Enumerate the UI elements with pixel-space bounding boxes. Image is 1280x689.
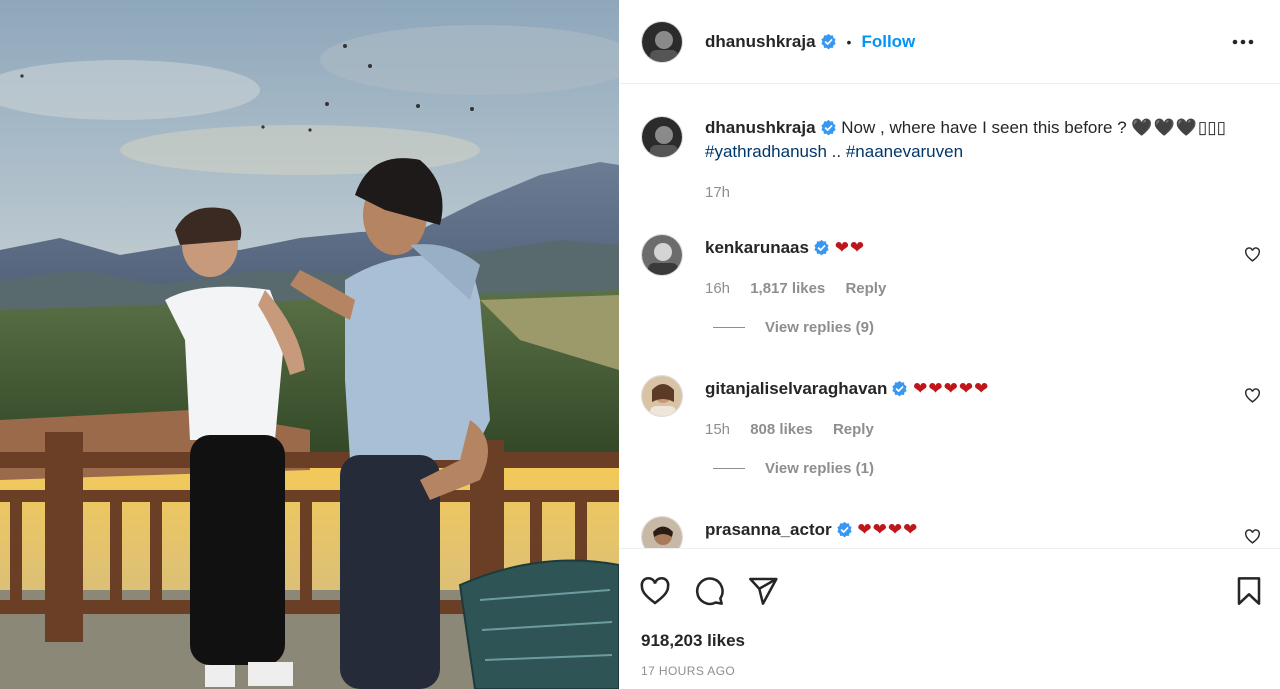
comment-text: ❤❤❤❤: [857, 520, 919, 539]
verified-badge-icon: [836, 521, 853, 538]
hashtag-link[interactable]: #naanevaruven: [846, 142, 963, 161]
more-options-icon[interactable]: [1230, 30, 1256, 54]
commenter-username[interactable]: gitanjaliselvaraghavan: [705, 379, 887, 398]
comment-meta: 15h 808 likes Reply: [705, 421, 989, 438]
verified-badge-icon: [891, 380, 908, 397]
caption-black-hearts: 🖤🖤🖤: [1131, 118, 1198, 137]
commenter-avatar[interactable]: [641, 516, 683, 548]
hashtag-link[interactable]: #yathradhanush: [705, 142, 827, 161]
post-side-panel: dhanushkraja • Follow dhanushkraja Now ,…: [619, 0, 1280, 689]
replies-divider: [713, 468, 745, 469]
post-header: dhanushkraja • Follow: [619, 0, 1280, 84]
caption-time[interactable]: 17h: [705, 184, 730, 201]
post-image: [0, 0, 619, 689]
comment-like-heart-icon[interactable]: [1244, 528, 1261, 545]
follow-button[interactable]: Follow: [861, 32, 915, 52]
commenter-username[interactable]: prasanna_actor: [705, 520, 832, 539]
likes-count[interactable]: 918,203 likes: [641, 631, 745, 651]
comment-text: ❤❤❤❤❤: [913, 379, 990, 398]
comment-like-heart-icon[interactable]: [1244, 387, 1261, 404]
view-replies-button[interactable]: View replies (1): [713, 460, 1261, 477]
view-replies-label: View replies (1): [765, 460, 874, 477]
comment-item: prasanna_actor ❤❤❤❤: [641, 516, 1261, 548]
replies-divider: [713, 327, 745, 328]
comment-item: kenkarunaas ❤❤ 16h 1,817 likes Reply Vie…: [641, 234, 1261, 336]
comment-meta: 16h 1,817 likes Reply: [705, 280, 902, 297]
caption-author-avatar[interactable]: [641, 116, 683, 158]
verified-badge-icon: [820, 119, 837, 136]
commenter-username[interactable]: kenkarunaas: [705, 238, 809, 257]
heart-icon[interactable]: [639, 575, 671, 607]
share-icon[interactable]: [747, 575, 779, 607]
reply-button[interactable]: Reply: [833, 421, 874, 438]
verified-badge-icon: [813, 239, 830, 256]
comment-like-heart-icon[interactable]: [1244, 246, 1261, 263]
post-actions: 918,203 likes 17 HOURS AGO: [619, 548, 1280, 689]
comment-likes[interactable]: 808 likes: [750, 421, 813, 438]
view-replies-label: View replies (9): [765, 319, 874, 336]
caption-emoji-placeholders: ▯▯▯: [1197, 118, 1226, 137]
verified-badge-icon: [820, 33, 837, 50]
post-caption: dhanushkraja Now , where have I seen thi…: [641, 116, 1261, 201]
post-photo[interactable]: [0, 0, 619, 689]
caption-meta: 17h: [705, 184, 1226, 201]
hashtag-separator: ..: [826, 142, 846, 161]
caption-body: Now , where have I seen this before ?: [841, 118, 1132, 137]
view-replies-button[interactable]: View replies (9): [713, 319, 1261, 336]
separator-dot: •: [846, 33, 852, 50]
caption-text: dhanushkraja Now , where have I seen thi…: [705, 116, 1226, 164]
caption-username[interactable]: dhanushkraja: [705, 118, 816, 137]
author-username[interactable]: dhanushkraja: [705, 32, 816, 52]
comment-time[interactable]: 15h: [705, 421, 730, 438]
post-timestamp[interactable]: 17 HOURS AGO: [641, 664, 735, 678]
reply-button[interactable]: Reply: [845, 280, 886, 297]
comment-likes[interactable]: 1,817 likes: [750, 280, 825, 297]
comment-item: gitanjaliselvaraghavan ❤❤❤❤❤ 15h 808 lik…: [641, 375, 1261, 477]
comment-icon[interactable]: [693, 575, 725, 607]
comments-list[interactable]: dhanushkraja Now , where have I seen thi…: [619, 84, 1280, 548]
commenter-avatar[interactable]: [641, 375, 683, 417]
comment-time[interactable]: 16h: [705, 280, 730, 297]
bookmark-icon[interactable]: [1233, 575, 1265, 607]
author-avatar[interactable]: [641, 20, 683, 63]
comment-text: ❤❤: [834, 238, 866, 257]
commenter-avatar[interactable]: [641, 234, 683, 276]
